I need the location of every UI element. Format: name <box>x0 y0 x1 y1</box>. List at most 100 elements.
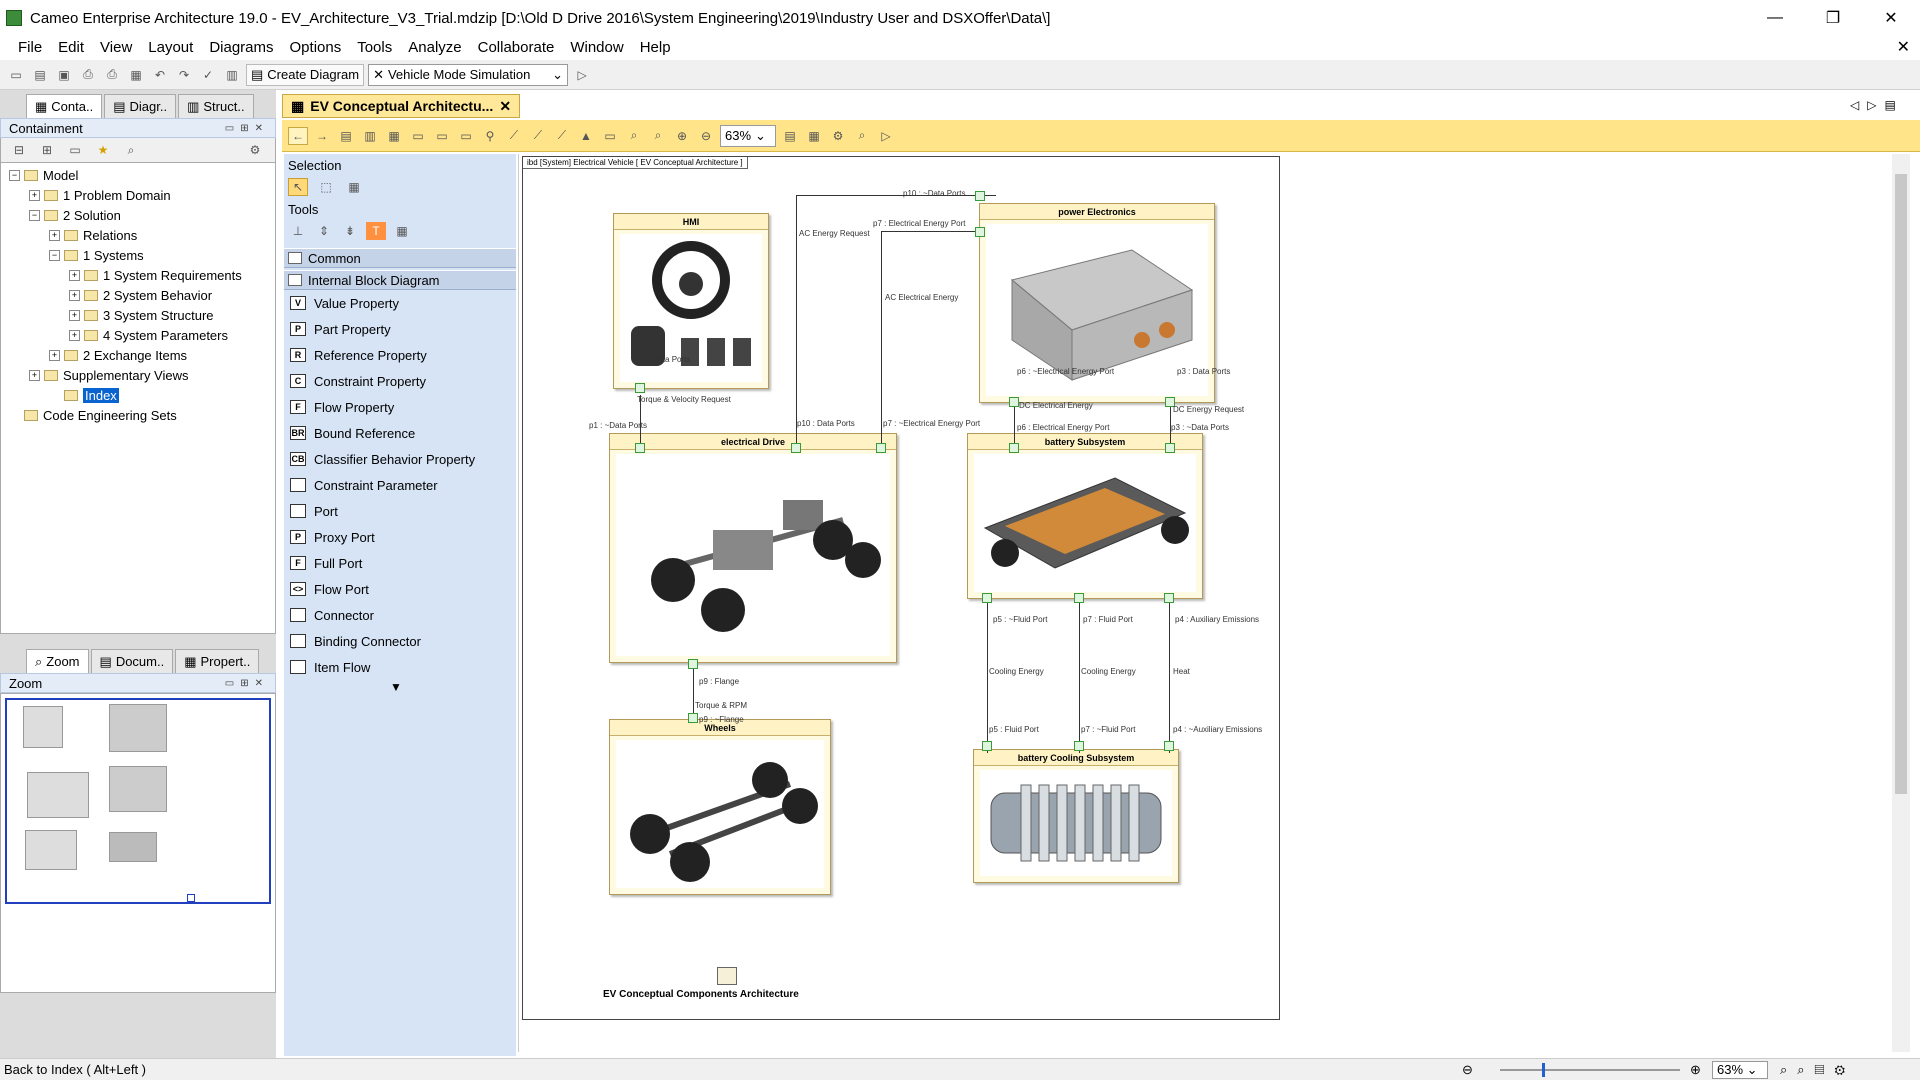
port-p3-battery[interactable] <box>1165 443 1175 453</box>
menu-collaborate[interactable]: Collaborate <box>470 39 563 56</box>
tree-node[interactable]: Code Engineering Sets <box>1 405 275 425</box>
zoom-actual-icon[interactable]: ⌕ <box>648 127 668 145</box>
lasso-icon[interactable]: ▦ <box>344 178 364 196</box>
vertical-scrollbar[interactable] <box>1892 154 1910 1052</box>
collapse-icon[interactable]: − <box>29 209 40 221</box>
palette-item[interactable]: Item Flow <box>284 654 516 680</box>
validate-icon[interactable]: ✓ <box>198 66 218 84</box>
bezier-icon[interactable]: ⟋ <box>552 127 572 145</box>
menu-analyze[interactable]: Analyze <box>400 39 469 56</box>
gear-icon[interactable]: ⚙ <box>828 127 848 145</box>
path-style-icon[interactable]: ⟋ <box>504 127 524 145</box>
expand-icon[interactable]: + <box>49 229 60 241</box>
save-icon[interactable]: ▣ <box>54 66 74 84</box>
connector-cooling-2[interactable] <box>1079 603 1080 753</box>
star-icon[interactable]: ★ <box>93 141 113 159</box>
palette-item[interactable]: CB Classifier Behavior Property <box>284 446 516 472</box>
zoom-in-status-icon[interactable]: ⊕ <box>1690 1062 1701 1078</box>
search-icon[interactable]: ⌕ <box>852 127 872 145</box>
port-p1-hmi[interactable] <box>635 383 645 393</box>
port-p10-drive[interactable] <box>791 443 801 453</box>
stamp-icon[interactable]: ⊥ <box>288 222 308 240</box>
tree-node[interactable]: +2 Exchange Items <box>1 345 275 365</box>
zoom-select[interactable]: 63% ⌄ <box>720 124 776 147</box>
menu-diagrams[interactable]: Diagrams <box>201 39 281 56</box>
port-p9-wheels[interactable] <box>688 713 698 723</box>
connector-cooling-1[interactable] <box>987 603 988 753</box>
menu-tools[interactable]: Tools <box>349 39 400 56</box>
zoom-fit-icon[interactable]: ⌕ <box>624 127 644 145</box>
panel-controls-icon[interactable]: ▭⊞✕ <box>225 123 269 134</box>
cut-icon[interactable]: ▭ <box>408 127 428 145</box>
expand-icon[interactable]: + <box>29 189 40 201</box>
new-icon[interactable]: ▭ <box>6 66 26 84</box>
tree-node[interactable]: +1 Problem Domain <box>1 185 275 205</box>
palette-item[interactable]: P Part Property <box>284 316 516 342</box>
palette-item[interactable]: P Proxy Port <box>284 524 516 550</box>
palette-item[interactable]: C Constraint Property <box>284 368 516 394</box>
port-p4-battery[interactable] <box>1164 593 1174 603</box>
menu-view[interactable]: View <box>92 39 140 56</box>
tree-node[interactable]: +4 System Parameters <box>1 325 275 345</box>
symbol-properties-icon[interactable]: ▦ <box>804 127 824 145</box>
collapse-all-icon[interactable]: ⊟ <box>9 141 29 159</box>
port-p7-battery[interactable] <box>1074 593 1084 603</box>
split-icon[interactable]: ⇕ <box>314 222 334 240</box>
menu-file[interactable]: File <box>10 39 50 56</box>
copy-icon[interactable]: ▭ <box>432 127 452 145</box>
palette-item[interactable]: Constraint Parameter <box>284 472 516 498</box>
port-p7-power[interactable] <box>975 227 985 237</box>
diagram-reference-icon[interactable] <box>717 967 737 985</box>
tree-node[interactable]: + Relations <box>1 225 275 245</box>
text-icon[interactable]: T <box>366 222 386 240</box>
menu-layout[interactable]: Layout <box>140 39 201 56</box>
align-icon[interactable]: ▥ <box>360 127 380 145</box>
palette-item[interactable]: Binding Connector <box>284 628 516 654</box>
palette-category-common[interactable]: Common <box>284 248 516 268</box>
port-p10-power[interactable] <box>975 191 985 201</box>
merge-icon[interactable]: ⇟ <box>340 222 360 240</box>
tree-node[interactable]: − 1 Systems <box>1 245 275 265</box>
palette-item[interactable]: F Full Port <box>284 550 516 576</box>
block-battery-subsystem[interactable]: battery Subsystem <box>967 433 1203 599</box>
close-project-icon[interactable]: ✕ <box>1897 37 1910 57</box>
simulation-select[interactable]: ✕ Vehicle Mode Simulation ⌄ <box>368 63 569 86</box>
forward-icon[interactable]: → <box>312 127 332 145</box>
palette-item[interactable]: Port <box>284 498 516 524</box>
menu-options[interactable]: Options <box>282 39 350 56</box>
palette-category-ibd[interactable]: Internal Block Diagram <box>284 270 516 290</box>
folder-icon[interactable]: ▭ <box>65 141 85 159</box>
palette-item[interactable]: Connector <box>284 602 516 628</box>
diagram-frame[interactable]: ibd [System] Electrical Vehicle [ EV Con… <box>522 156 1280 1020</box>
layout-tool-icon[interactable]: ▦ <box>392 222 412 240</box>
connector-heat[interactable] <box>1169 603 1170 753</box>
fill-color-icon[interactable]: ▲ <box>576 127 596 145</box>
search-icon[interactable]: ⌕ <box>121 141 141 159</box>
expand-icon[interactable]: + <box>69 269 80 281</box>
connector-ac-energy[interactable] <box>881 231 882 445</box>
connector-ac-energy-h[interactable] <box>881 231 981 232</box>
distribute-icon[interactable]: ▦ <box>384 127 404 145</box>
port-p7-cooling[interactable] <box>1074 741 1084 751</box>
tab-ev-conceptual-architecture[interactable]: ▦ EV Conceptual Architectu... ✕ <box>282 94 521 118</box>
layout-icon[interactable]: ⚲ <box>480 127 500 145</box>
menu-edit[interactable]: Edit <box>50 39 92 56</box>
back-icon[interactable]: ← <box>288 126 308 145</box>
run-simulation-icon[interactable]: ▷ <box>572 66 592 84</box>
palette-item[interactable]: BR Bound Reference <box>284 420 516 446</box>
status-tools-icon[interactable]: ⌕⌕▤⚙ <box>1780 1062 1855 1078</box>
connector-ac-request-h[interactable] <box>796 195 996 196</box>
zoom-out-status-icon[interactable]: ⊖ <box>1462 1062 1473 1078</box>
tree-node[interactable]: + Supplementary Views <box>1 365 275 385</box>
collapse-icon[interactable]: − <box>49 249 60 261</box>
rectilinear-icon[interactable]: ⟋ <box>528 127 548 145</box>
status-zoom-select[interactable]: 63% ⌄ <box>1712 1060 1768 1079</box>
open-icon[interactable]: ▤ <box>30 66 50 84</box>
port-p7-drive[interactable] <box>876 443 886 453</box>
tab-structure[interactable]: ▥ Struct.. <box>178 94 254 118</box>
menu-window[interactable]: Window <box>562 39 631 56</box>
menu-help[interactable]: Help <box>632 39 679 56</box>
expand-icon[interactable]: + <box>69 289 80 301</box>
expand-icon[interactable]: ⊞ <box>37 141 57 159</box>
close-button[interactable]: ✕ <box>1862 0 1920 36</box>
